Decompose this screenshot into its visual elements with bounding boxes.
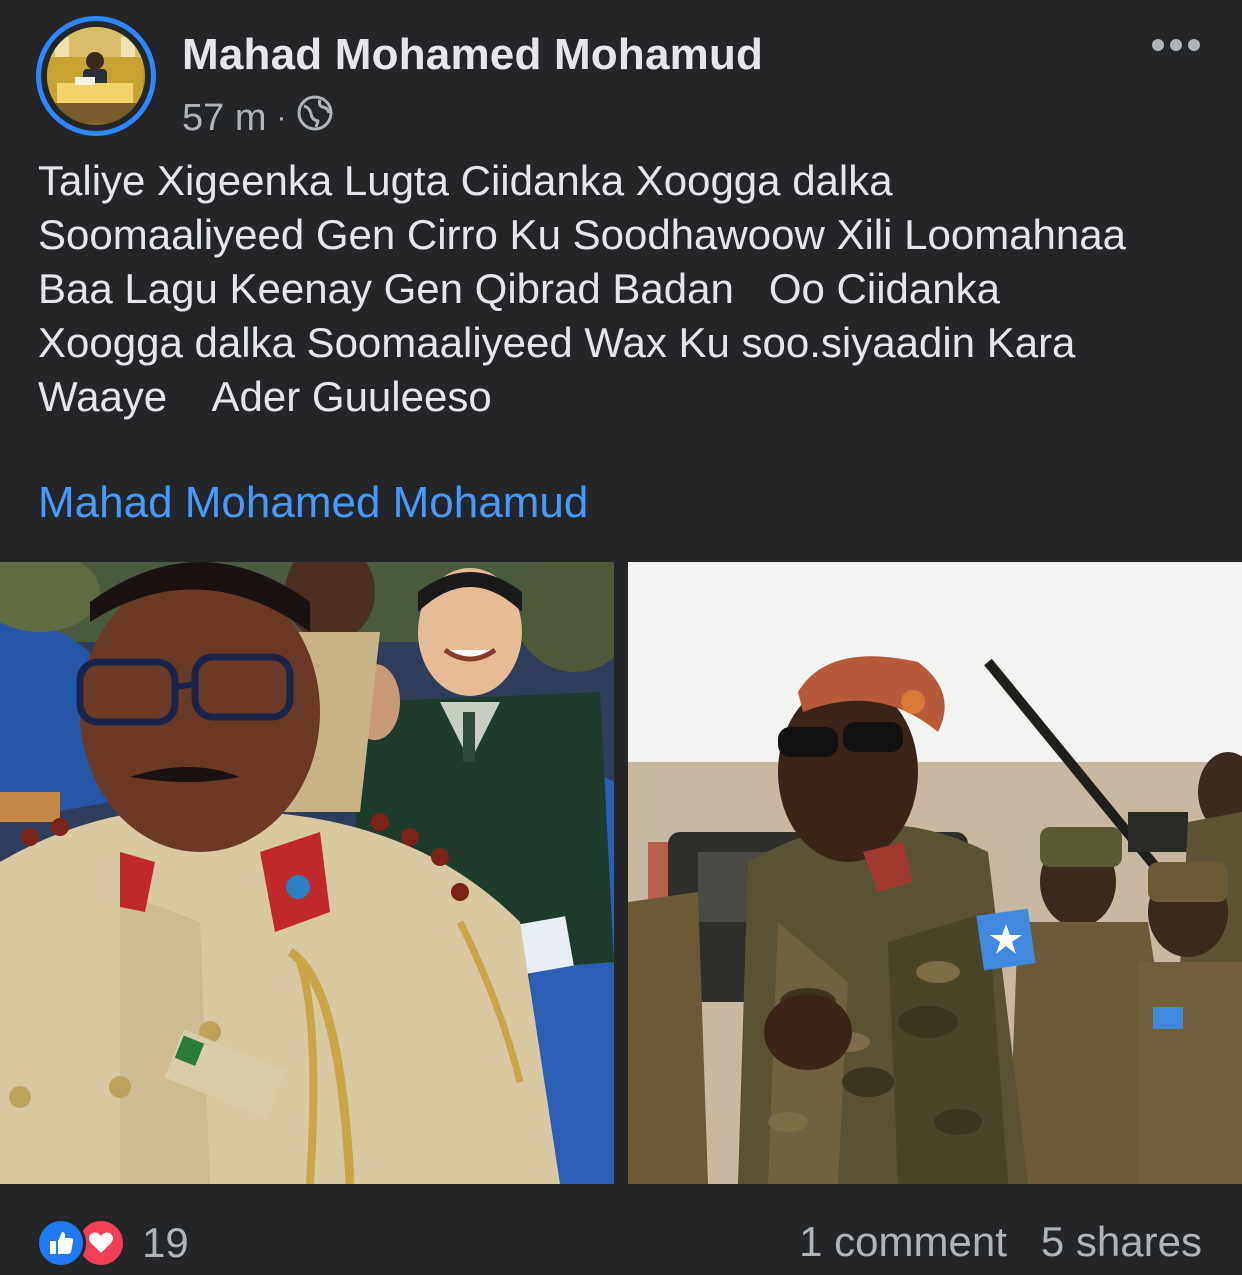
facebook-post: Mahad Mohamed Mohamud 57 m · Taliye Xige…: [0, 0, 1242, 1275]
meta-separator: ·: [276, 101, 287, 134]
author-name[interactable]: Mahad Mohamed Mohamud: [182, 30, 763, 80]
globe-icon: [296, 94, 334, 142]
more-icon[interactable]: [1150, 30, 1202, 60]
engagement-counts: 1 comment 5 shares: [799, 1218, 1202, 1266]
post-meta: 57 m ·: [182, 94, 334, 142]
post-text: Taliye Xigeenka Lugta Ciidanka Xoogga da…: [38, 157, 1126, 420]
author-mention-link[interactable]: Mahad Mohamed Mohamud: [38, 478, 588, 528]
avatar-photo: [47, 27, 145, 125]
share-count[interactable]: 5 shares: [1041, 1218, 1202, 1266]
comment-count[interactable]: 1 comment: [799, 1218, 1007, 1266]
post-photo-1[interactable]: [0, 562, 614, 1184]
post-time[interactable]: 57 m: [182, 97, 266, 140]
reactions[interactable]: 19: [36, 1218, 189, 1268]
post-photo-2[interactable]: [628, 562, 1242, 1184]
like-icon: [36, 1218, 86, 1268]
reaction-count[interactable]: 19: [142, 1219, 189, 1267]
avatar[interactable]: [36, 16, 156, 136]
